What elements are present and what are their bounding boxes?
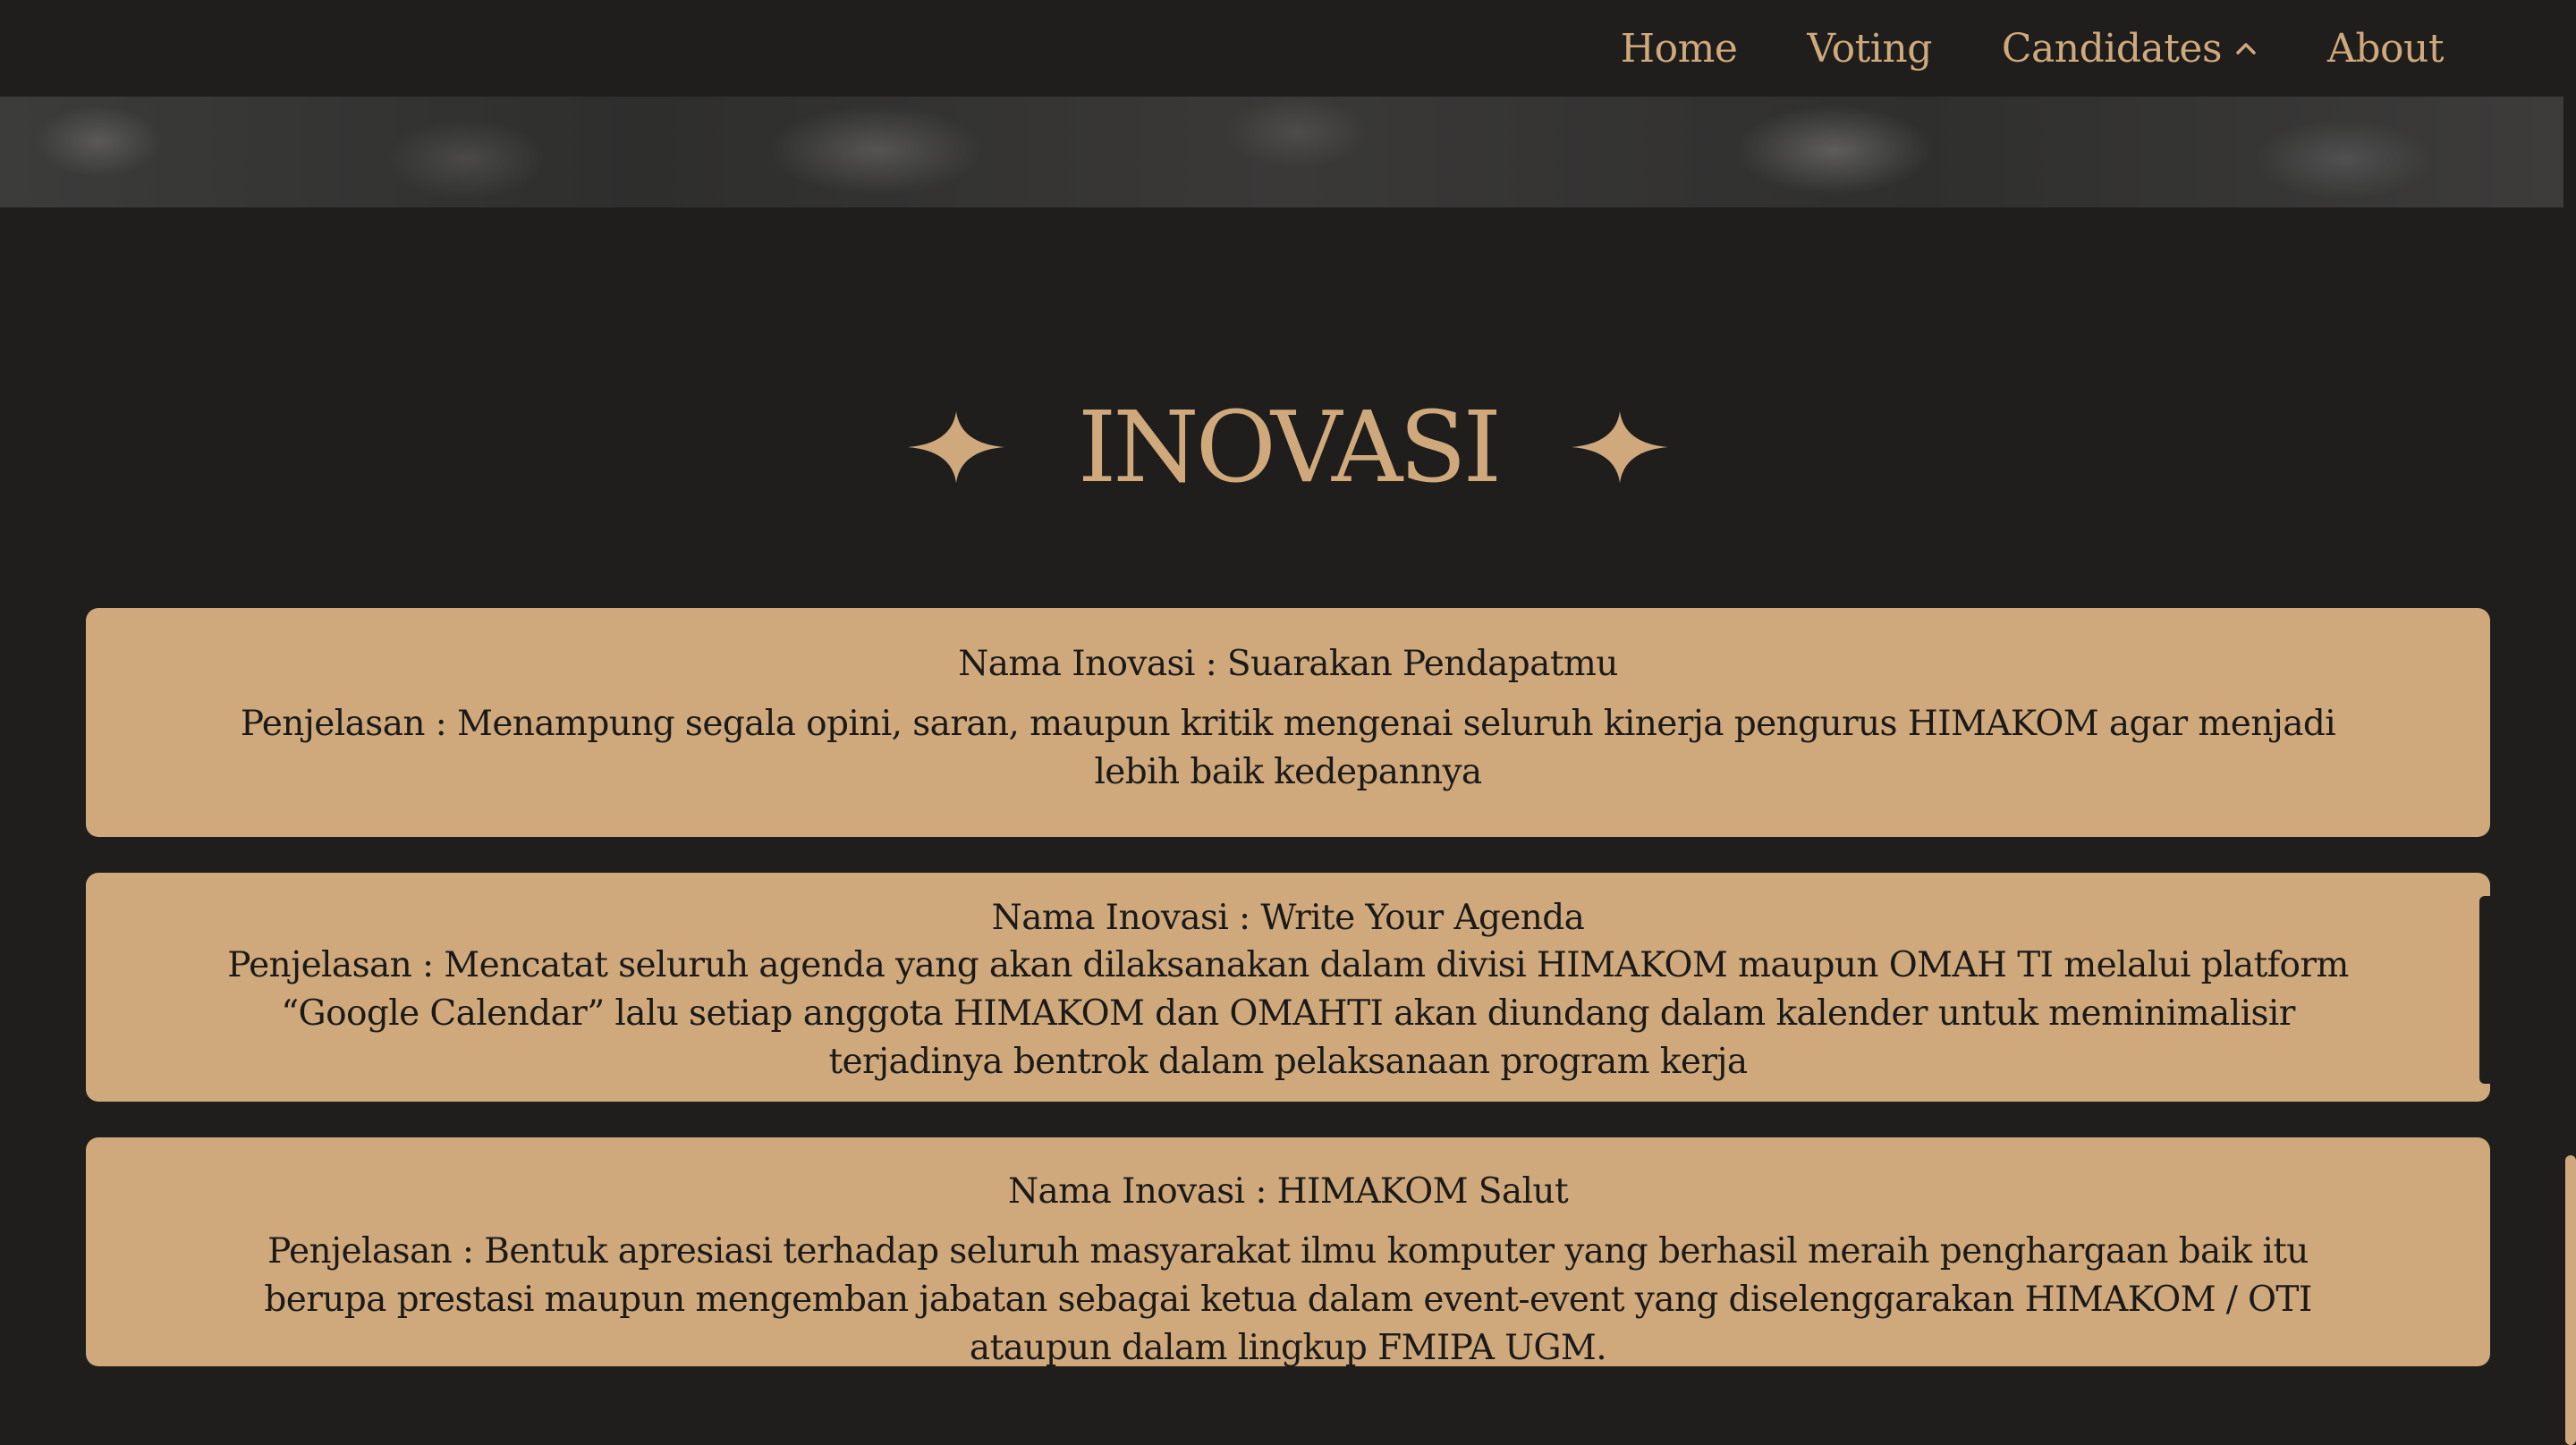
innovation-description: Penjelasan : Bentuk apresiasi terhadap s…: [264, 1231, 2312, 1366]
innovation-name: Nama Inovasi : Write Your Agenda: [991, 898, 1585, 938]
nav-about-label: About: [2327, 25, 2444, 72]
innovation-card: Nama Inovasi : Suarakan Pendapatmu Penje…: [86, 608, 2490, 837]
page: Home Voting Candidates About INOVASI Nam…: [0, 0, 2576, 1445]
nav-links: Home Voting Candidates About: [1551, 25, 2445, 72]
nav-voting-label: Voting: [1807, 25, 1932, 72]
card-scrollbar[interactable]: [2479, 896, 2490, 1084]
nav-candidates-dropdown[interactable]: Candidates: [2002, 26, 2258, 72]
innovation-card: Nama Inovasi : HIMAKOM Salut Penjelasan …: [86, 1137, 2490, 1366]
innovation-description: Penjelasan : Mencatat seluruh agenda yan…: [227, 945, 2349, 1082]
nav-candidates-label: Candidates: [2001, 25, 2223, 72]
nav-home-label: Home: [1620, 25, 1738, 72]
section-title: INOVASI: [1077, 390, 1502, 504]
innovation-description: Penjelasan : Menampung segala opini, sar…: [240, 704, 2336, 792]
chevron-up-icon: [2236, 43, 2256, 55]
hero-image-strip: [0, 97, 2563, 207]
sparkle-icon: [1572, 411, 1669, 483]
section-heading: INOVASI: [0, 376, 2576, 519]
innovation-name: Nama Inovasi : Suarakan Pendapatmu: [958, 644, 1618, 684]
sparkle-icon: [907, 411, 1004, 483]
top-navbar: Home Voting Candidates About: [0, 0, 2562, 97]
nav-about-link[interactable]: About: [2327, 26, 2444, 72]
page-scrollbar-thumb[interactable]: [2565, 1155, 2576, 1445]
nav-home-link[interactable]: Home: [1621, 26, 1738, 72]
innovation-name: Nama Inovasi : HIMAKOM Salut: [1007, 1171, 1569, 1212]
nav-voting-link[interactable]: Voting: [1807, 25, 1932, 72]
innovation-card[interactable]: Nama Inovasi : Write Your Agenda Penjela…: [86, 873, 2490, 1102]
